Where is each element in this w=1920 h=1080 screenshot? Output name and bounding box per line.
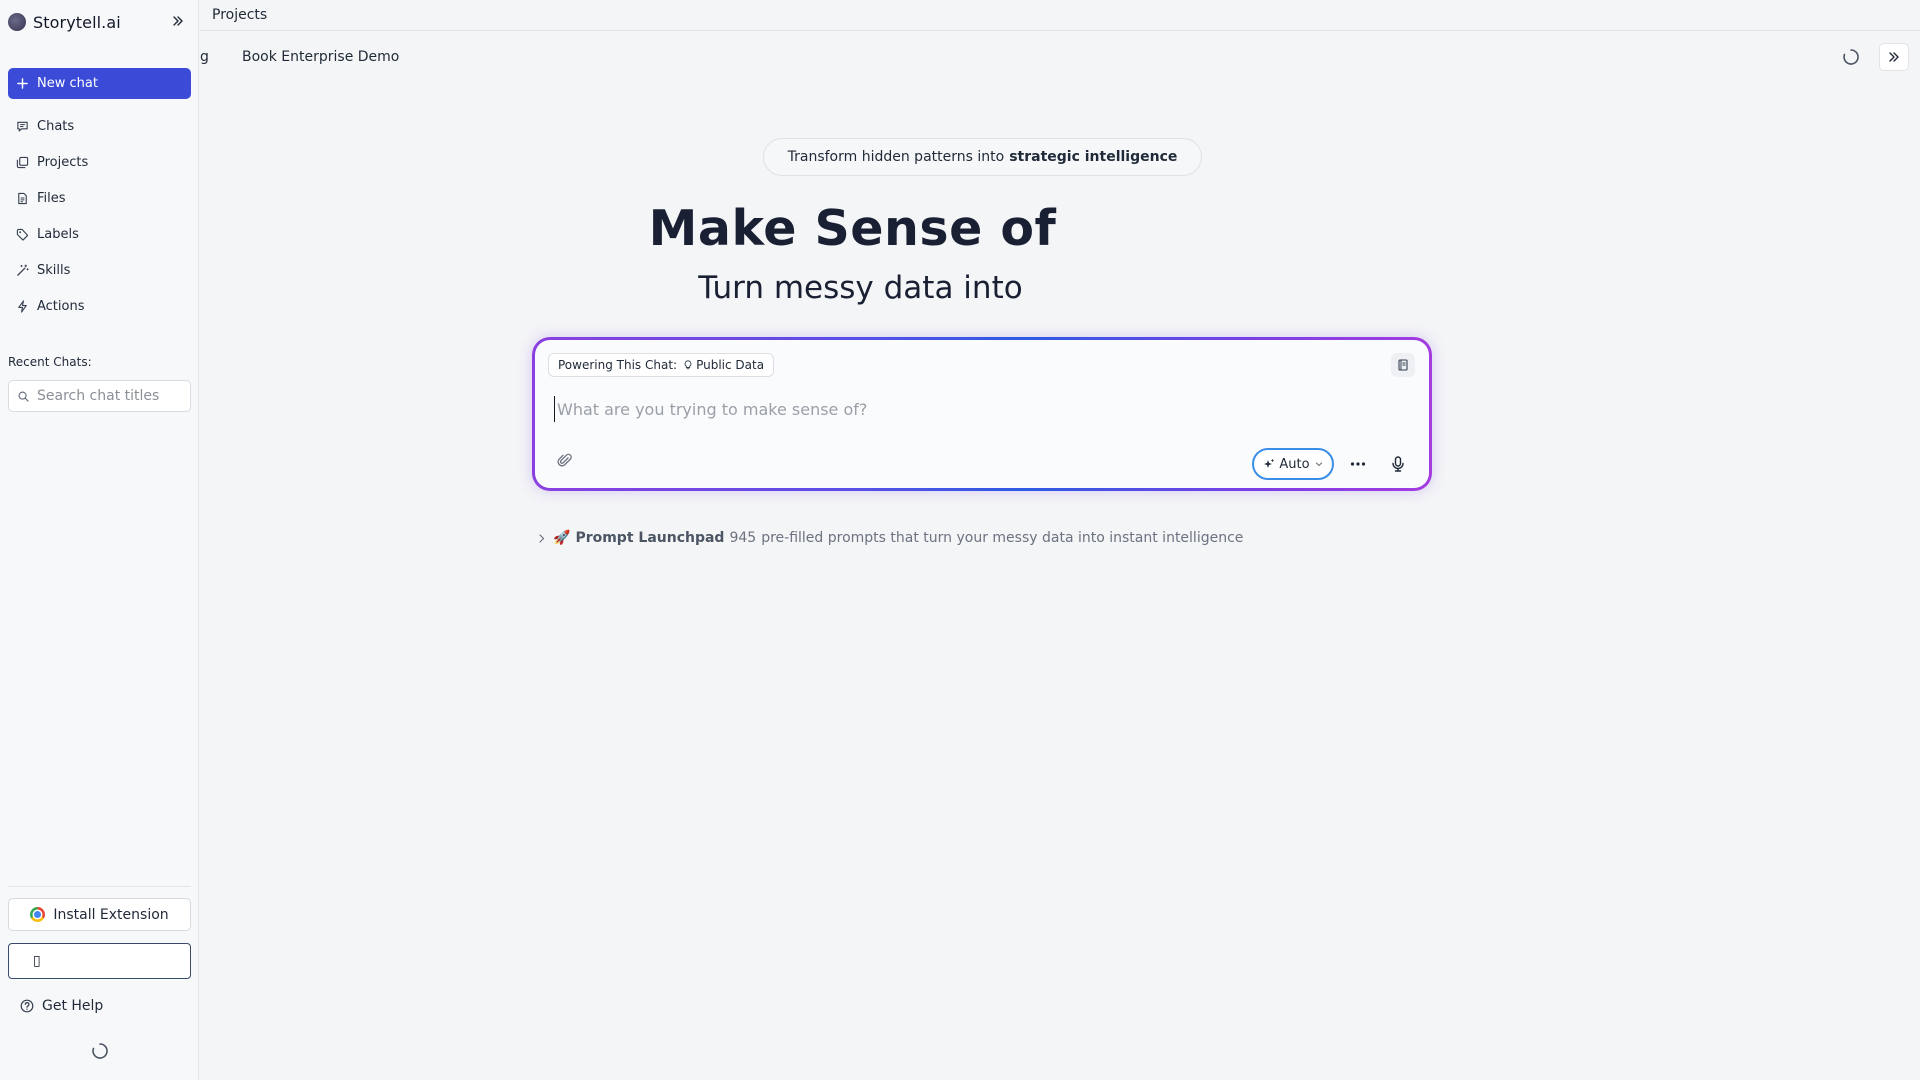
launchpad-title: Prompt Launchpad xyxy=(575,530,725,546)
wand-icon xyxy=(17,263,29,276)
document-icon xyxy=(1398,359,1408,371)
prompt-launchpad-toggle[interactable]: 🚀 Prompt Launchpad 945 pre-filled prompt… xyxy=(537,528,1243,548)
brand-name: Storytell.ai xyxy=(33,12,121,32)
model-selector-button[interactable]: Auto xyxy=(1252,448,1334,480)
get-help-link[interactable]: Get Help xyxy=(20,996,103,1016)
sidebar-nav: Chats Projects Files Labels Skills Actio… xyxy=(8,108,191,324)
install-extension-button[interactable]: Install Extension xyxy=(8,898,191,931)
powering-value: Public Data xyxy=(696,358,765,372)
project-title[interactable]: Book Enterprise Demo xyxy=(242,49,399,65)
topbar: Projects xyxy=(200,0,1920,31)
tag-icon xyxy=(16,228,29,241)
paperclip-icon xyxy=(557,453,572,467)
brand-logo-icon xyxy=(8,13,26,31)
tagline-prefix: Transform hidden patterns into xyxy=(787,149,1005,165)
get-help-label: Get Help xyxy=(42,998,104,1014)
sparkle-icon xyxy=(1264,458,1275,468)
recent-chats-label: Recent Chats: xyxy=(8,355,92,369)
sidebar-item-label: Projects xyxy=(37,154,89,170)
prompt-input[interactable] xyxy=(554,396,1394,422)
chat-search-input[interactable] xyxy=(37,388,187,404)
sidebar-item-actions[interactable]: Actions xyxy=(8,288,191,324)
chat-icon xyxy=(17,121,28,132)
main-area: Projects g Book Enterprise Demo Transfor… xyxy=(200,0,1920,1080)
chat-composer: Powering This Chat: Public Data What are… xyxy=(532,337,1432,491)
sidebar-item-projects[interactable]: Projects xyxy=(8,144,191,180)
launchpad-description: pre-filled prompts that turn your messy … xyxy=(761,530,1244,546)
install-extension-label: Install Extension xyxy=(53,906,169,923)
bolt-icon xyxy=(18,299,27,313)
tagline-bold: strategic intelligence xyxy=(1009,149,1178,165)
chrome-icon xyxy=(30,907,46,922)
lightbulb-icon xyxy=(684,360,692,370)
plus-icon xyxy=(17,78,28,89)
projects-icon xyxy=(16,156,29,168)
sidebar-item-label: Labels xyxy=(37,226,79,242)
powering-chip[interactable]: Powering This Chat: Public Data xyxy=(548,353,775,377)
expand-panel-button[interactable] xyxy=(1879,43,1909,71)
search-icon xyxy=(18,391,29,402)
sidebar-item-skills[interactable]: Skills xyxy=(8,252,191,288)
sidebar-divider xyxy=(8,886,191,887)
document-button[interactable] xyxy=(1391,353,1415,377)
model-selector-label: Auto xyxy=(1279,456,1310,472)
sidebar: Storytell.ai New chat Chats Projects Fil… xyxy=(0,0,199,1080)
sidebar-item-label: Skills xyxy=(37,262,71,278)
sidebar-item-label: Files xyxy=(37,190,66,206)
powering-label: Powering This Chat: xyxy=(558,358,678,372)
loading-spinner-icon xyxy=(1843,49,1859,65)
ellipsis-icon xyxy=(1350,462,1366,466)
new-chat-label: New chat xyxy=(37,76,98,91)
more-options-button[interactable] xyxy=(1345,451,1371,477)
microphone-icon xyxy=(1392,456,1404,472)
hero-title: Make Sense of xyxy=(648,200,1057,257)
file-icon xyxy=(18,192,27,204)
focused-input-box[interactable]: ▯ xyxy=(8,943,191,979)
double-chevron-right-icon xyxy=(1889,52,1899,62)
sidebar-item-labels[interactable]: Labels xyxy=(8,216,191,252)
loading-spinner-icon xyxy=(92,1043,108,1059)
brand[interactable]: Storytell.ai xyxy=(8,12,121,32)
sidebar-item-chats[interactable]: Chats xyxy=(8,108,191,144)
rocket-icon: 🚀 xyxy=(553,530,571,546)
launchpad-count: 945 xyxy=(729,530,757,546)
sidebar-item-label: Actions xyxy=(37,298,85,314)
tagline-pill: Transform hidden patterns into strategic… xyxy=(763,138,1202,176)
sidebar-item-files[interactable]: Files xyxy=(8,180,191,216)
breadcrumb[interactable]: Projects xyxy=(212,7,267,23)
attach-button[interactable] xyxy=(555,451,575,471)
focus-box-glyph: ▯ xyxy=(33,953,41,969)
truncated-tab-label[interactable]: g xyxy=(200,49,209,65)
microphone-button[interactable] xyxy=(1385,451,1411,477)
hero-subtitle: Turn messy data into xyxy=(698,270,1023,306)
chat-search-box[interactable] xyxy=(8,380,191,412)
collapse-sidebar-button[interactable] xyxy=(170,12,186,30)
double-chevron-right-icon xyxy=(173,16,183,26)
chevron-right-icon xyxy=(539,533,545,543)
sidebar-item-label: Chats xyxy=(37,118,75,134)
chevron-down-icon xyxy=(1315,462,1322,467)
help-circle-icon xyxy=(20,999,34,1013)
new-chat-button[interactable]: New chat xyxy=(8,68,191,99)
